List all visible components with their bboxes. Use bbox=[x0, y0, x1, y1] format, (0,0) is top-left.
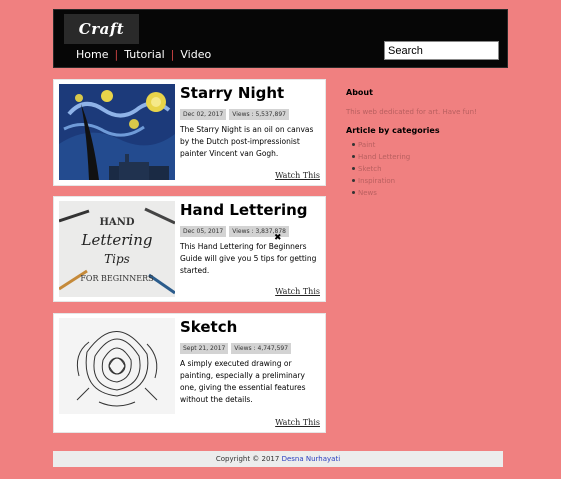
category-link-inspiration[interactable]: Inspiration bbox=[352, 175, 506, 187]
watch-this-link[interactable]: Watch This bbox=[275, 418, 320, 427]
watch-this-link[interactable]: Watch This bbox=[275, 171, 320, 180]
nav-home-link[interactable]: Home bbox=[76, 48, 108, 61]
views-badge: Views : 5,537,897 bbox=[229, 109, 289, 120]
nav-separator: | bbox=[170, 48, 175, 61]
thumb-text-hand: HAND bbox=[99, 217, 134, 228]
nav-separator: | bbox=[114, 48, 119, 61]
date-badge: Dec 05, 2017 bbox=[180, 226, 227, 237]
article-title[interactable]: Starry Night bbox=[180, 84, 284, 102]
copyright-text: Copyright © 2017 bbox=[215, 455, 280, 463]
main-nav: Home | Tutorial | Video bbox=[76, 48, 211, 61]
categories-heading: Article by categories bbox=[346, 126, 440, 135]
article-card-starry-night: Starry Night Dec 02, 2017 Views : 5,537,8… bbox=[53, 79, 326, 186]
site-footer: Copyright © 2017 Desna Nurhayati bbox=[53, 451, 503, 467]
nav-video-link[interactable]: Video bbox=[180, 48, 211, 61]
sidebar: About This web dedicated for art. Have f… bbox=[346, 88, 506, 199]
site-header: Craft Home | Tutorial | Video bbox=[53, 9, 508, 68]
hand-lettering-thumbnail[interactable]: HAND Lettering Tips FOR BEGINNERS bbox=[59, 201, 175, 297]
article-description: This Hand Lettering for Beginners Guide … bbox=[180, 242, 317, 275]
thumb-text-beginners: FOR BEGINNERS bbox=[80, 274, 153, 283]
article-description: A simply executed drawing or painting, e… bbox=[180, 359, 306, 404]
date-badge: Dec 02, 2017 bbox=[180, 109, 227, 120]
starry-night-thumbnail[interactable] bbox=[59, 84, 175, 180]
move-cursor-icon: ✖ bbox=[274, 233, 282, 243]
search-input[interactable] bbox=[384, 41, 499, 60]
article-card-hand-lettering: HAND Lettering Tips FOR BEGINNERS Hand L… bbox=[53, 196, 326, 302]
watch-this-link[interactable]: Watch This bbox=[275, 287, 320, 296]
article-meta: Sept 21, 2017 Views : 4,747,597 bbox=[180, 343, 294, 354]
nav-tutorial-link[interactable]: Tutorial bbox=[124, 48, 164, 61]
views-badge: Views : 4,747,597 bbox=[231, 343, 292, 354]
author-link[interactable]: Desna Nurhayati bbox=[282, 455, 341, 463]
thumb-text-tips: Tips bbox=[104, 252, 130, 266]
category-link-hand-lettering[interactable]: Hand Lettering bbox=[352, 151, 506, 163]
site-logo[interactable]: Craft bbox=[64, 14, 139, 44]
category-link-paint[interactable]: Paint bbox=[352, 139, 506, 151]
article-card-sketch: Sketch Sept 21, 2017 Views : 4,747,597 A … bbox=[53, 313, 326, 433]
date-badge: Sept 21, 2017 bbox=[180, 343, 229, 354]
about-text: This web dedicated for art. Have fun! bbox=[346, 108, 477, 116]
article-title[interactable]: Hand Lettering bbox=[180, 201, 308, 219]
article-meta: Dec 02, 2017 Views : 5,537,897 bbox=[180, 109, 292, 120]
thumb-text-lettering: Lettering bbox=[80, 231, 152, 249]
about-heading: About bbox=[346, 88, 373, 97]
category-list: Paint Hand Lettering Sketch Inspiration … bbox=[346, 139, 506, 199]
category-link-news[interactable]: News bbox=[352, 187, 506, 199]
sketch-thumbnail[interactable] bbox=[59, 318, 175, 414]
category-link-sketch[interactable]: Sketch bbox=[352, 163, 506, 175]
article-title[interactable]: Sketch bbox=[180, 318, 237, 336]
article-description: The Starry Night is an oil on canvas by … bbox=[180, 125, 314, 158]
